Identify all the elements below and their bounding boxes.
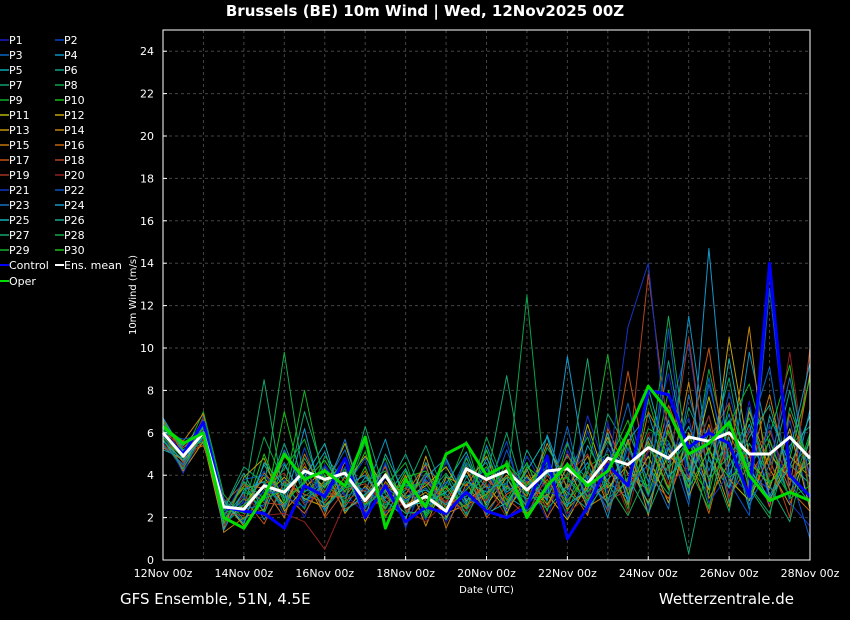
wind-chart: 02468101214161820222412Nov 00z 14Nov 00z 1… [0,29,840,596]
y-axis-label: 10m Wind (m/s) [128,255,139,335]
legend-label: P17 [9,154,30,167]
y-tick-label: 20 [140,130,154,143]
x-tick-label: 16Nov 00z [295,567,354,580]
y-tick-label: 12 [140,300,154,313]
legend-label: P15 [9,139,30,152]
y-tick-label: 2 [147,512,154,525]
legend-label: P23 [9,199,30,212]
x-tick-label: 14Nov 00z [215,567,274,580]
legend-label: Control [9,259,49,272]
legend-label: P29 [9,244,30,257]
legend-label: P12 [64,109,85,122]
legend-label: P11 [9,109,30,122]
legend-label: P20 [64,169,85,182]
legend-label: P30 [64,244,85,257]
x-tick-label: 22Nov 00z [538,567,597,580]
y-tick-label: 22 [140,88,154,101]
legend-label: P25 [9,214,30,227]
legend-label: P4 [64,49,78,62]
legend-label: P21 [9,184,30,197]
legend-label: Oper [9,275,36,288]
legend-label: P24 [64,199,85,212]
x-axis-label: Date (UTC) [459,585,514,596]
x-tick-label: 20Nov 00z [457,567,516,580]
y-tick-label: 0 [147,554,154,567]
legend-label: P22 [64,184,85,197]
y-tick-label: 4 [147,469,154,482]
legend-label: P10 [64,94,85,107]
legend-label: P16 [64,139,85,152]
legend-label: P26 [64,214,85,227]
legend-label: P8 [64,79,78,92]
x-tick-label: 18Nov 00z [376,567,435,580]
x-tick-label: 26Nov 00z [700,567,759,580]
y-tick-label: 8 [147,384,154,397]
x-tick-label: 24Nov 00z [619,567,678,580]
legend-label: P2 [64,34,78,47]
y-tick-label: 14 [140,257,154,270]
legend-label: P7 [9,79,23,92]
legend-label: P14 [64,124,85,137]
legend-label: P3 [9,49,23,62]
legend-label: P5 [9,64,23,77]
y-tick-label: 24 [140,45,154,58]
legend-label: P28 [64,229,85,242]
y-tick-label: 16 [140,215,154,228]
x-tick-label: 28Nov 00z [781,567,840,580]
y-tick-label: 10 [140,342,154,355]
y-tick-label: 6 [147,427,154,440]
model-location-label: GFS Ensemble, 51N, 4.5E [120,590,311,608]
legend-label: P27 [9,229,30,242]
legend-label: P6 [64,64,78,77]
legend-label: P9 [9,94,23,107]
x-tick-label: 12Nov 00z [134,567,193,580]
legend-label: Ens. mean [64,259,122,272]
legend-label: P18 [64,154,85,167]
source-label: Wetterzentrale.de [658,590,794,608]
legend-label: P13 [9,124,30,137]
y-tick-label: 18 [140,172,154,185]
legend-label: P19 [9,169,30,182]
legend-label: P1 [9,34,23,47]
